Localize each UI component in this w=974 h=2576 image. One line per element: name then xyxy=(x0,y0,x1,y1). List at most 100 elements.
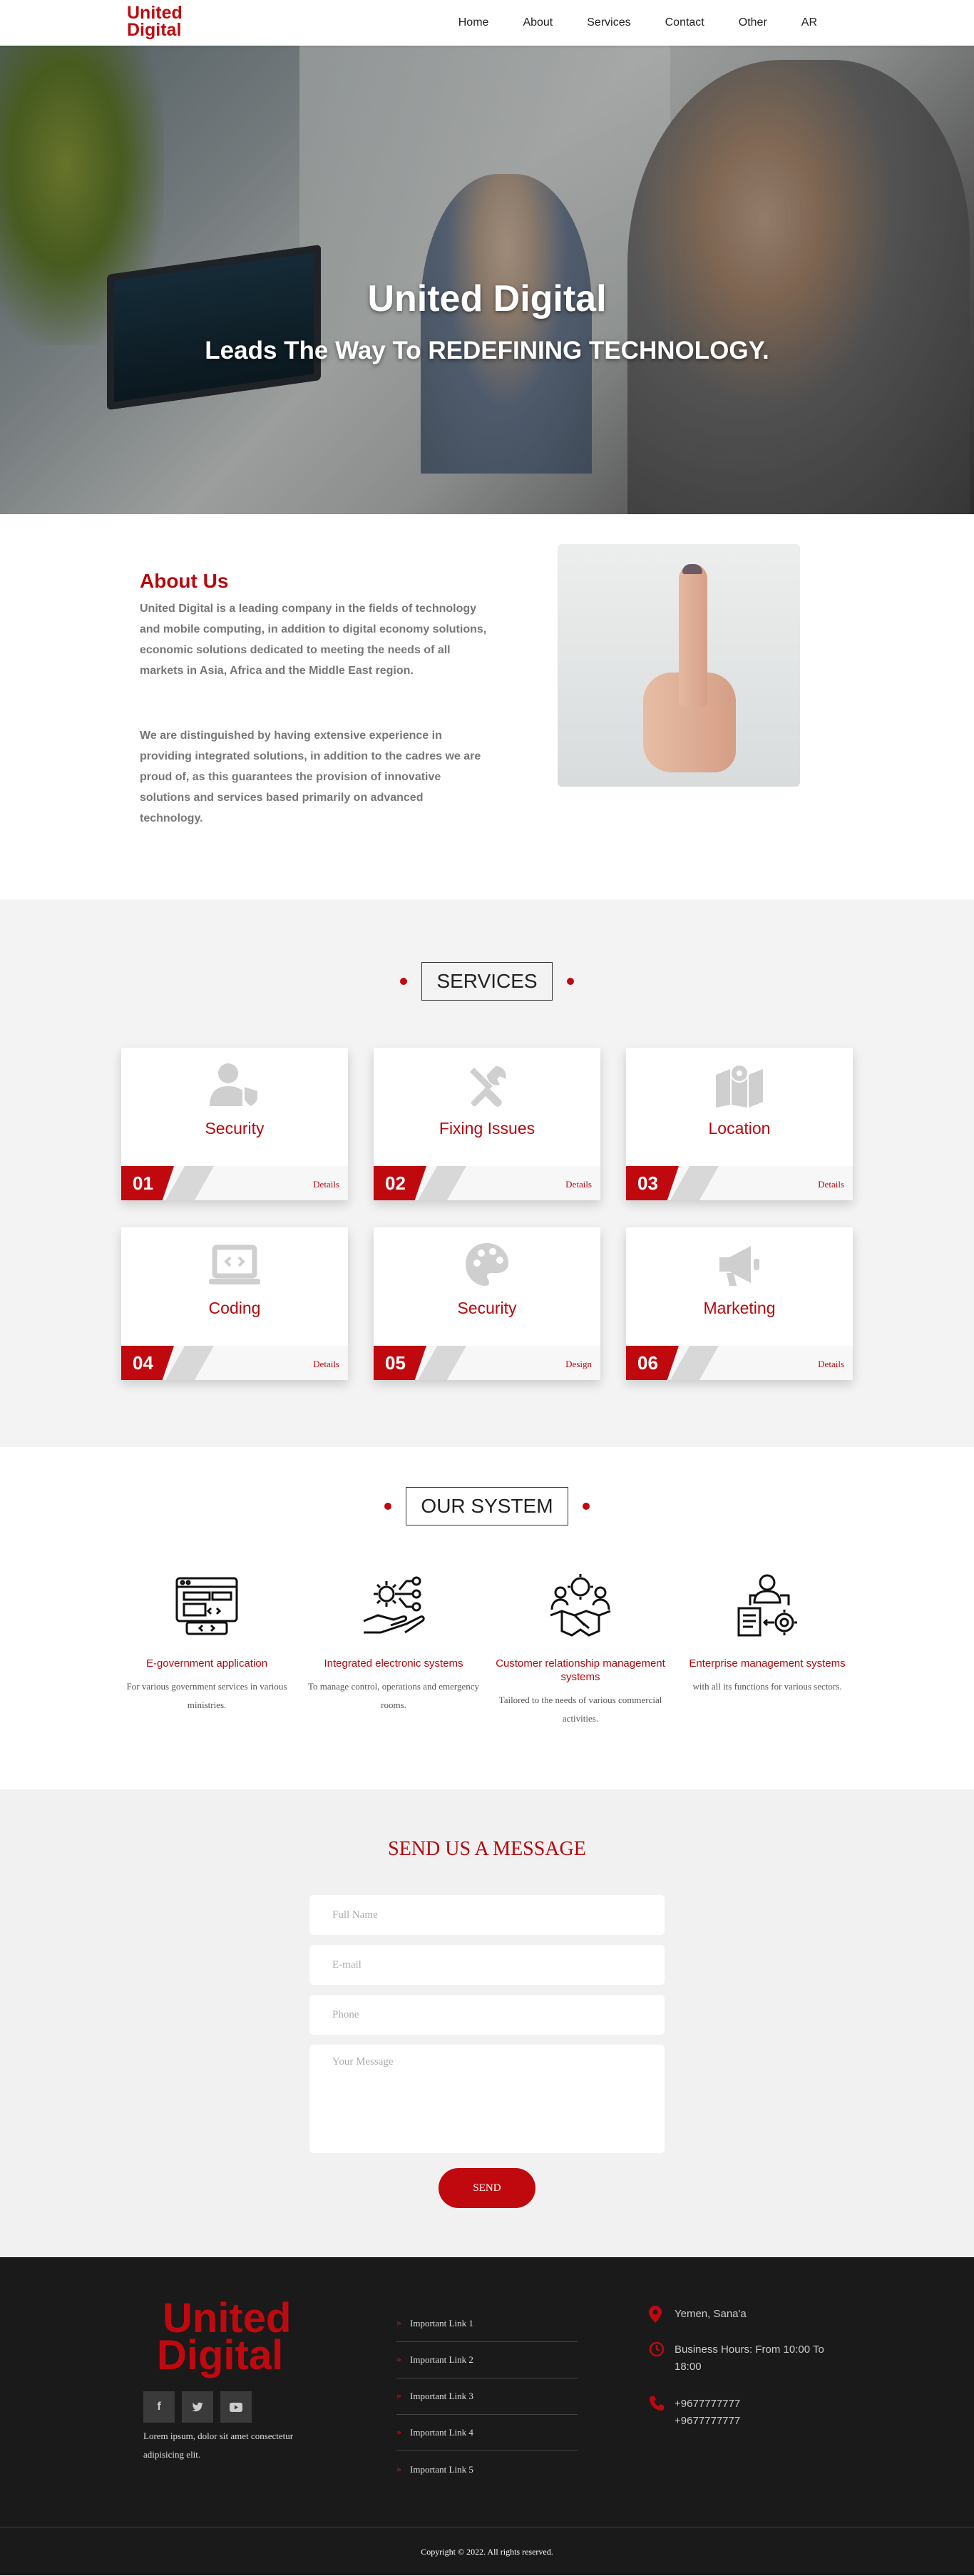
service-card-title: Location xyxy=(708,1119,771,1138)
service-card-number: 01 xyxy=(121,1166,174,1200)
service-card-location[interactable]: Location 03 Details xyxy=(626,1048,853,1200)
phone-input[interactable] xyxy=(309,1995,665,2035)
service-card-number: 04 xyxy=(121,1346,174,1380)
youtube-icon[interactable] xyxy=(220,2391,252,2423)
system-item-title: Customer relationship management systems xyxy=(496,1657,665,1683)
nav-language-ar[interactable]: AR xyxy=(784,16,834,29)
service-card-marketing[interactable]: Marketing 06 Details xyxy=(626,1227,853,1380)
service-card-coding[interactable]: Coding 04 Details xyxy=(121,1227,348,1380)
system-item-integrated[interactable]: Integrated electronic systems To manage … xyxy=(308,1571,479,1714)
about-image xyxy=(558,544,800,787)
main-menu: Home About Services Contact Other AR xyxy=(441,0,834,46)
system-item-title: Integrated electronic systems xyxy=(324,1657,463,1670)
footer-phones: +9677777777 +9677777777 xyxy=(649,2396,834,2430)
phone-icon xyxy=(649,2396,675,2430)
double-chevron-icon: » xyxy=(396,2463,401,2475)
service-card-link[interactable]: Details xyxy=(565,1179,592,1190)
laptop-code-icon xyxy=(121,1242,348,1287)
system-item-desc: Tailored to the needs of various commerc… xyxy=(498,1695,662,1724)
map-pin-icon xyxy=(649,2306,675,2329)
system-item-desc: To manage control, operations and emerge… xyxy=(308,1681,479,1710)
nav-other[interactable]: Other xyxy=(722,16,784,29)
full-name-input[interactable] xyxy=(309,1895,665,1935)
footer-description: Lorem ipsum, dolor sit amet consectetur … xyxy=(143,2431,294,2460)
brand-line-2: Digital xyxy=(127,20,182,40)
footer-link[interactable]: » Important Link 1 xyxy=(396,2306,578,2342)
contact-title: SEND US A MESSAGE xyxy=(388,1838,586,1860)
social-links: f xyxy=(143,2391,252,2423)
service-card-link[interactable]: Details xyxy=(818,1179,844,1190)
nav-about[interactable]: About xyxy=(506,16,570,29)
service-card-link[interactable]: Details xyxy=(313,1359,339,1370)
service-card-title: Security xyxy=(205,1119,265,1138)
system-item-egov[interactable]: E-government application For various gov… xyxy=(121,1571,292,1714)
about-paragraph-2: We are distinguished by having extensive… xyxy=(140,730,481,824)
system-item-title: Enterprise management systems xyxy=(689,1657,846,1670)
service-card-title: Coding xyxy=(208,1299,261,1317)
service-card-link[interactable]: Design xyxy=(565,1359,592,1370)
footer-link[interactable]: » Important Link 5 xyxy=(396,2451,578,2488)
services-heading-text: SERVICES xyxy=(421,962,553,1001)
system-item-enterprise[interactable]: Enterprise management systems with all i… xyxy=(682,1571,853,1696)
hero-banner: United Digital Leads The Way To REDEFINI… xyxy=(0,46,974,514)
double-chevron-icon: » xyxy=(396,2354,401,2365)
megaphone-icon xyxy=(626,1242,853,1287)
system-item-crm[interactable]: Customer relationship management systems… xyxy=(495,1571,666,1728)
send-button[interactable]: SEND xyxy=(439,2168,535,2208)
hero-subtitle: Leads The Way To REDEFINING TECHNOLOGY. xyxy=(205,337,769,364)
handshake-icon xyxy=(495,1571,666,1642)
tools-icon xyxy=(374,1062,600,1108)
double-chevron-icon: » xyxy=(396,2318,401,2329)
enterprise-icon xyxy=(682,1571,853,1642)
about-section: About Us United Digital is a leading com… xyxy=(0,514,974,899)
footer-link[interactable]: » Important Link 4 xyxy=(396,2415,578,2451)
gear-hand-icon xyxy=(308,1571,479,1642)
system-item-desc: with all its functions for various secto… xyxy=(692,1681,842,1692)
system-heading: OUR SYSTEM xyxy=(0,1487,974,1525)
about-paragraph-1: United Digital is a leading company in t… xyxy=(140,603,487,677)
palette-icon xyxy=(374,1242,600,1287)
clock-icon xyxy=(649,2341,675,2376)
hero-title: United Digital xyxy=(367,278,607,320)
service-card-title: Fixing Issues xyxy=(439,1119,535,1138)
nav-services[interactable]: Services xyxy=(570,16,647,29)
site-footer: United Digital f Lorem ipsum, dolor sit … xyxy=(0,2257,974,2575)
footer-location: Yemen, Sana'a xyxy=(649,2306,834,2329)
service-card-number: 06 xyxy=(626,1346,679,1380)
email-input[interactable] xyxy=(309,1945,665,1985)
copyright: Copyright © 2022. All rights reserved. xyxy=(0,2527,974,2575)
user-shield-icon xyxy=(121,1062,348,1108)
twitter-icon[interactable] xyxy=(182,2391,213,2423)
about-title: About Us xyxy=(140,570,229,592)
system-item-title: E-government application xyxy=(145,1657,268,1670)
nav-home[interactable]: Home xyxy=(441,16,506,29)
footer-logo-line-2: Digital xyxy=(157,2332,284,2378)
system-section: OUR SYSTEM E-government application For … xyxy=(0,1447,974,1789)
services-section: SERVICES Security 01 Details Fixing Issu… xyxy=(0,899,974,1447)
service-card-fixing-issues[interactable]: Fixing Issues 02 Details xyxy=(374,1048,600,1200)
system-heading-text: OUR SYSTEM xyxy=(406,1487,568,1525)
footer-link[interactable]: » Important Link 2 xyxy=(396,2342,578,2378)
double-chevron-icon: » xyxy=(396,2391,401,2401)
facebook-icon[interactable]: f xyxy=(143,2391,175,2423)
service-card-link[interactable]: Details xyxy=(313,1179,339,1190)
phone-number-1[interactable]: +9677777777 xyxy=(675,2396,740,2413)
services-heading: SERVICES xyxy=(0,962,974,1001)
footer-links: » Important Link 1 » Important Link 2 » Imp… xyxy=(396,2306,578,2488)
service-card-title: Security xyxy=(457,1299,517,1317)
service-card-security[interactable]: Security 01 Details xyxy=(121,1048,348,1200)
message-textarea[interactable] xyxy=(309,2045,665,2153)
footer-link[interactable]: » Important Link 3 xyxy=(396,2378,578,2415)
phone-number-2[interactable]: +9677777777 xyxy=(675,2413,740,2430)
footer-logo[interactable]: United Digital xyxy=(157,2298,291,2376)
brand-logo[interactable]: United Digital xyxy=(127,4,183,39)
contact-section: SEND US A MESSAGE SEND xyxy=(0,1789,974,2257)
service-card-number: 05 xyxy=(374,1346,426,1380)
service-card-link[interactable]: Details xyxy=(818,1359,844,1370)
system-item-desc: For various government services in vario… xyxy=(126,1681,287,1710)
service-card-design[interactable]: Security 05 Design xyxy=(374,1227,600,1380)
web-app-icon xyxy=(121,1571,292,1642)
footer-hours: Business Hours: From 10:00 To 18:00 xyxy=(649,2341,834,2376)
nav-contact[interactable]: Contact xyxy=(648,16,722,29)
double-chevron-icon: » xyxy=(396,2427,401,2438)
